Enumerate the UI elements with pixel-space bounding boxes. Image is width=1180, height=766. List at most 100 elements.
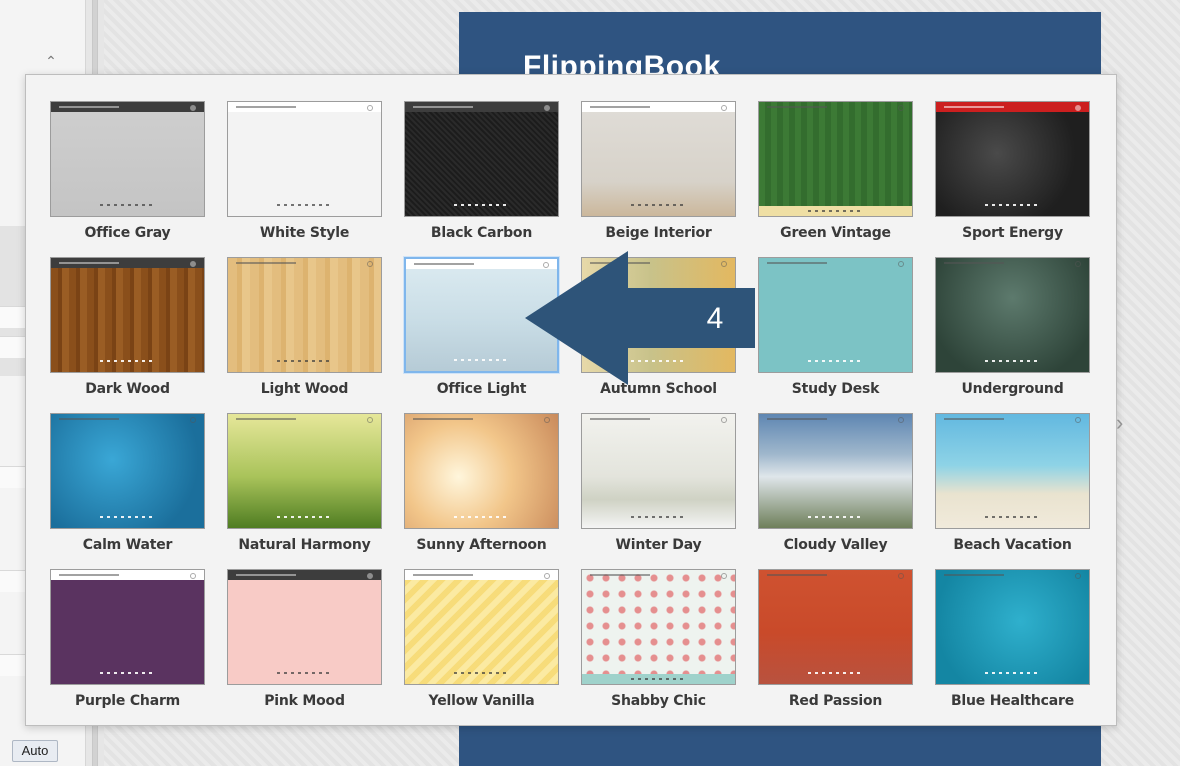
theme-label: Study Desk — [791, 381, 880, 397]
callout-number: 4 — [706, 302, 724, 335]
theme-label: Calm Water — [82, 537, 173, 553]
theme-thumbnail — [227, 413, 382, 529]
thumbnail-toolbar — [582, 200, 735, 210]
theme-yellow-vanilla[interactable]: Yellow Vanilla — [404, 567, 559, 719]
thumbnail-toolbar — [936, 668, 1089, 678]
theme-blue-healthcare[interactable]: Blue Healthcare — [935, 567, 1090, 719]
theme-cloudy-valley[interactable]: Cloudy Valley — [758, 411, 913, 563]
theme-thumbnail — [935, 569, 1090, 685]
theme-dark-wood[interactable]: Dark Wood — [50, 255, 205, 407]
thumbnail-toolbar — [228, 356, 381, 366]
flippingbook-logo: FlippingBook — [523, 50, 721, 76]
theme-thumbnail — [227, 257, 382, 373]
thumbnail-topbar — [405, 102, 558, 112]
thumbnail-topbar — [759, 102, 912, 112]
thumbnail-toolbar — [759, 356, 912, 366]
theme-natural-harmony[interactable]: Natural Harmony — [227, 411, 382, 563]
theme-thumbnail — [758, 257, 913, 373]
thumbnail-toolbar — [405, 200, 558, 210]
thumbnail-toolbar — [51, 356, 204, 366]
theme-purple-charm[interactable]: Purple Charm — [50, 567, 205, 719]
thumbnail-topbar — [405, 570, 558, 580]
theme-thumbnail — [581, 101, 736, 217]
theme-thumbnail — [227, 101, 382, 217]
thumbnail-toolbar — [759, 206, 912, 216]
theme-label: Winter Day — [615, 537, 702, 553]
thumbnail-topbar — [582, 570, 735, 580]
thumbnail-topbar — [228, 258, 381, 268]
theme-label: Natural Harmony — [238, 537, 371, 553]
thumbnail-toolbar — [51, 200, 204, 210]
thumbnail-topbar — [759, 570, 912, 580]
thumbnail-toolbar — [582, 512, 735, 522]
theme-thumbnail — [404, 413, 559, 529]
thumbnail-topbar — [936, 570, 1089, 580]
chevron-right-icon[interactable]: › — [1116, 410, 1123, 436]
theme-calm-water[interactable]: Calm Water — [50, 411, 205, 563]
theme-light-wood[interactable]: Light Wood — [227, 255, 382, 407]
theme-white-style[interactable]: White Style — [227, 99, 382, 251]
theme-sunny-afternoon[interactable]: Sunny Afternoon — [404, 411, 559, 563]
theme-thumbnail — [404, 101, 559, 217]
thumbnail-toolbar — [228, 512, 381, 522]
theme-label: Beach Vacation — [953, 537, 1072, 553]
theme-underground[interactable]: Underground — [935, 255, 1090, 407]
thumbnail-toolbar — [51, 512, 204, 522]
theme-thumbnail — [758, 413, 913, 529]
theme-label: Shabby Chic — [611, 693, 706, 709]
theme-label: Dark Wood — [85, 381, 170, 397]
theme-thumbnail — [935, 101, 1090, 217]
theme-thumbnail — [50, 101, 205, 217]
theme-label: Purple Charm — [74, 693, 181, 709]
theme-label: Pink Mood — [264, 693, 345, 709]
thumbnail-topbar — [228, 414, 381, 424]
theme-label: Underground — [961, 381, 1064, 397]
thumbnail-toolbar — [936, 512, 1089, 522]
theme-label: Sunny Afternoon — [416, 537, 547, 553]
scroll-up-icon[interactable]: ⌃ — [40, 54, 62, 68]
theme-winter-day[interactable]: Winter Day — [581, 411, 736, 563]
theme-thumbnail — [935, 257, 1090, 373]
theme-thumbnail — [758, 101, 913, 217]
thumbnail-topbar — [936, 414, 1089, 424]
thumbnail-toolbar — [936, 356, 1089, 366]
theme-thumbnail — [758, 569, 913, 685]
thumbnail-topbar — [228, 102, 381, 112]
theme-label: Beige Interior — [605, 225, 712, 241]
theme-beach-vacation[interactable]: Beach Vacation — [935, 411, 1090, 563]
theme-thumbnail — [935, 413, 1090, 529]
thumbnail-topbar — [405, 414, 558, 424]
theme-label: White Style — [259, 225, 350, 241]
theme-grid: Office Gray White Style Black Carbon Beige … — [50, 99, 1090, 719]
theme-label: Blue Healthcare — [950, 693, 1075, 709]
theme-shabby-chic[interactable]: Shabby Chic — [581, 567, 736, 719]
thumbnail-toolbar — [759, 668, 912, 678]
theme-label: Black Carbon — [430, 225, 533, 241]
thumbnail-topbar — [51, 102, 204, 112]
theme-label: Yellow Vanilla — [428, 693, 535, 709]
thumbnail-topbar — [936, 102, 1089, 112]
thumbnail-toolbar — [759, 512, 912, 522]
thumbnail-topbar — [51, 414, 204, 424]
theme-pink-mood[interactable]: Pink Mood — [227, 567, 382, 719]
theme-beige-interior[interactable]: Beige Interior — [581, 99, 736, 251]
thumbnail-topbar — [759, 414, 912, 424]
theme-thumbnail — [50, 257, 205, 373]
theme-black-carbon[interactable]: Black Carbon — [404, 99, 559, 251]
theme-red-passion[interactable]: Red Passion — [758, 567, 913, 719]
theme-study-desk[interactable]: Study Desk — [758, 255, 913, 407]
theme-thumbnail — [581, 569, 736, 685]
theme-sport-energy[interactable]: Sport Energy — [935, 99, 1090, 251]
theme-label: Cloudy Valley — [783, 537, 888, 553]
theme-office-gray[interactable]: Office Gray — [50, 99, 205, 251]
auto-button[interactable]: Auto — [12, 740, 58, 762]
theme-green-vintage[interactable]: Green Vintage — [758, 99, 913, 251]
theme-thumbnail — [581, 413, 736, 529]
theme-label: Office Gray — [84, 225, 171, 241]
thumbnail-toolbar — [228, 668, 381, 678]
theme-thumbnail — [227, 569, 382, 685]
thumbnail-toolbar — [228, 200, 381, 210]
theme-label: Green Vintage — [780, 225, 891, 241]
thumbnail-topbar — [51, 258, 204, 268]
thumbnail-topbar — [228, 570, 381, 580]
